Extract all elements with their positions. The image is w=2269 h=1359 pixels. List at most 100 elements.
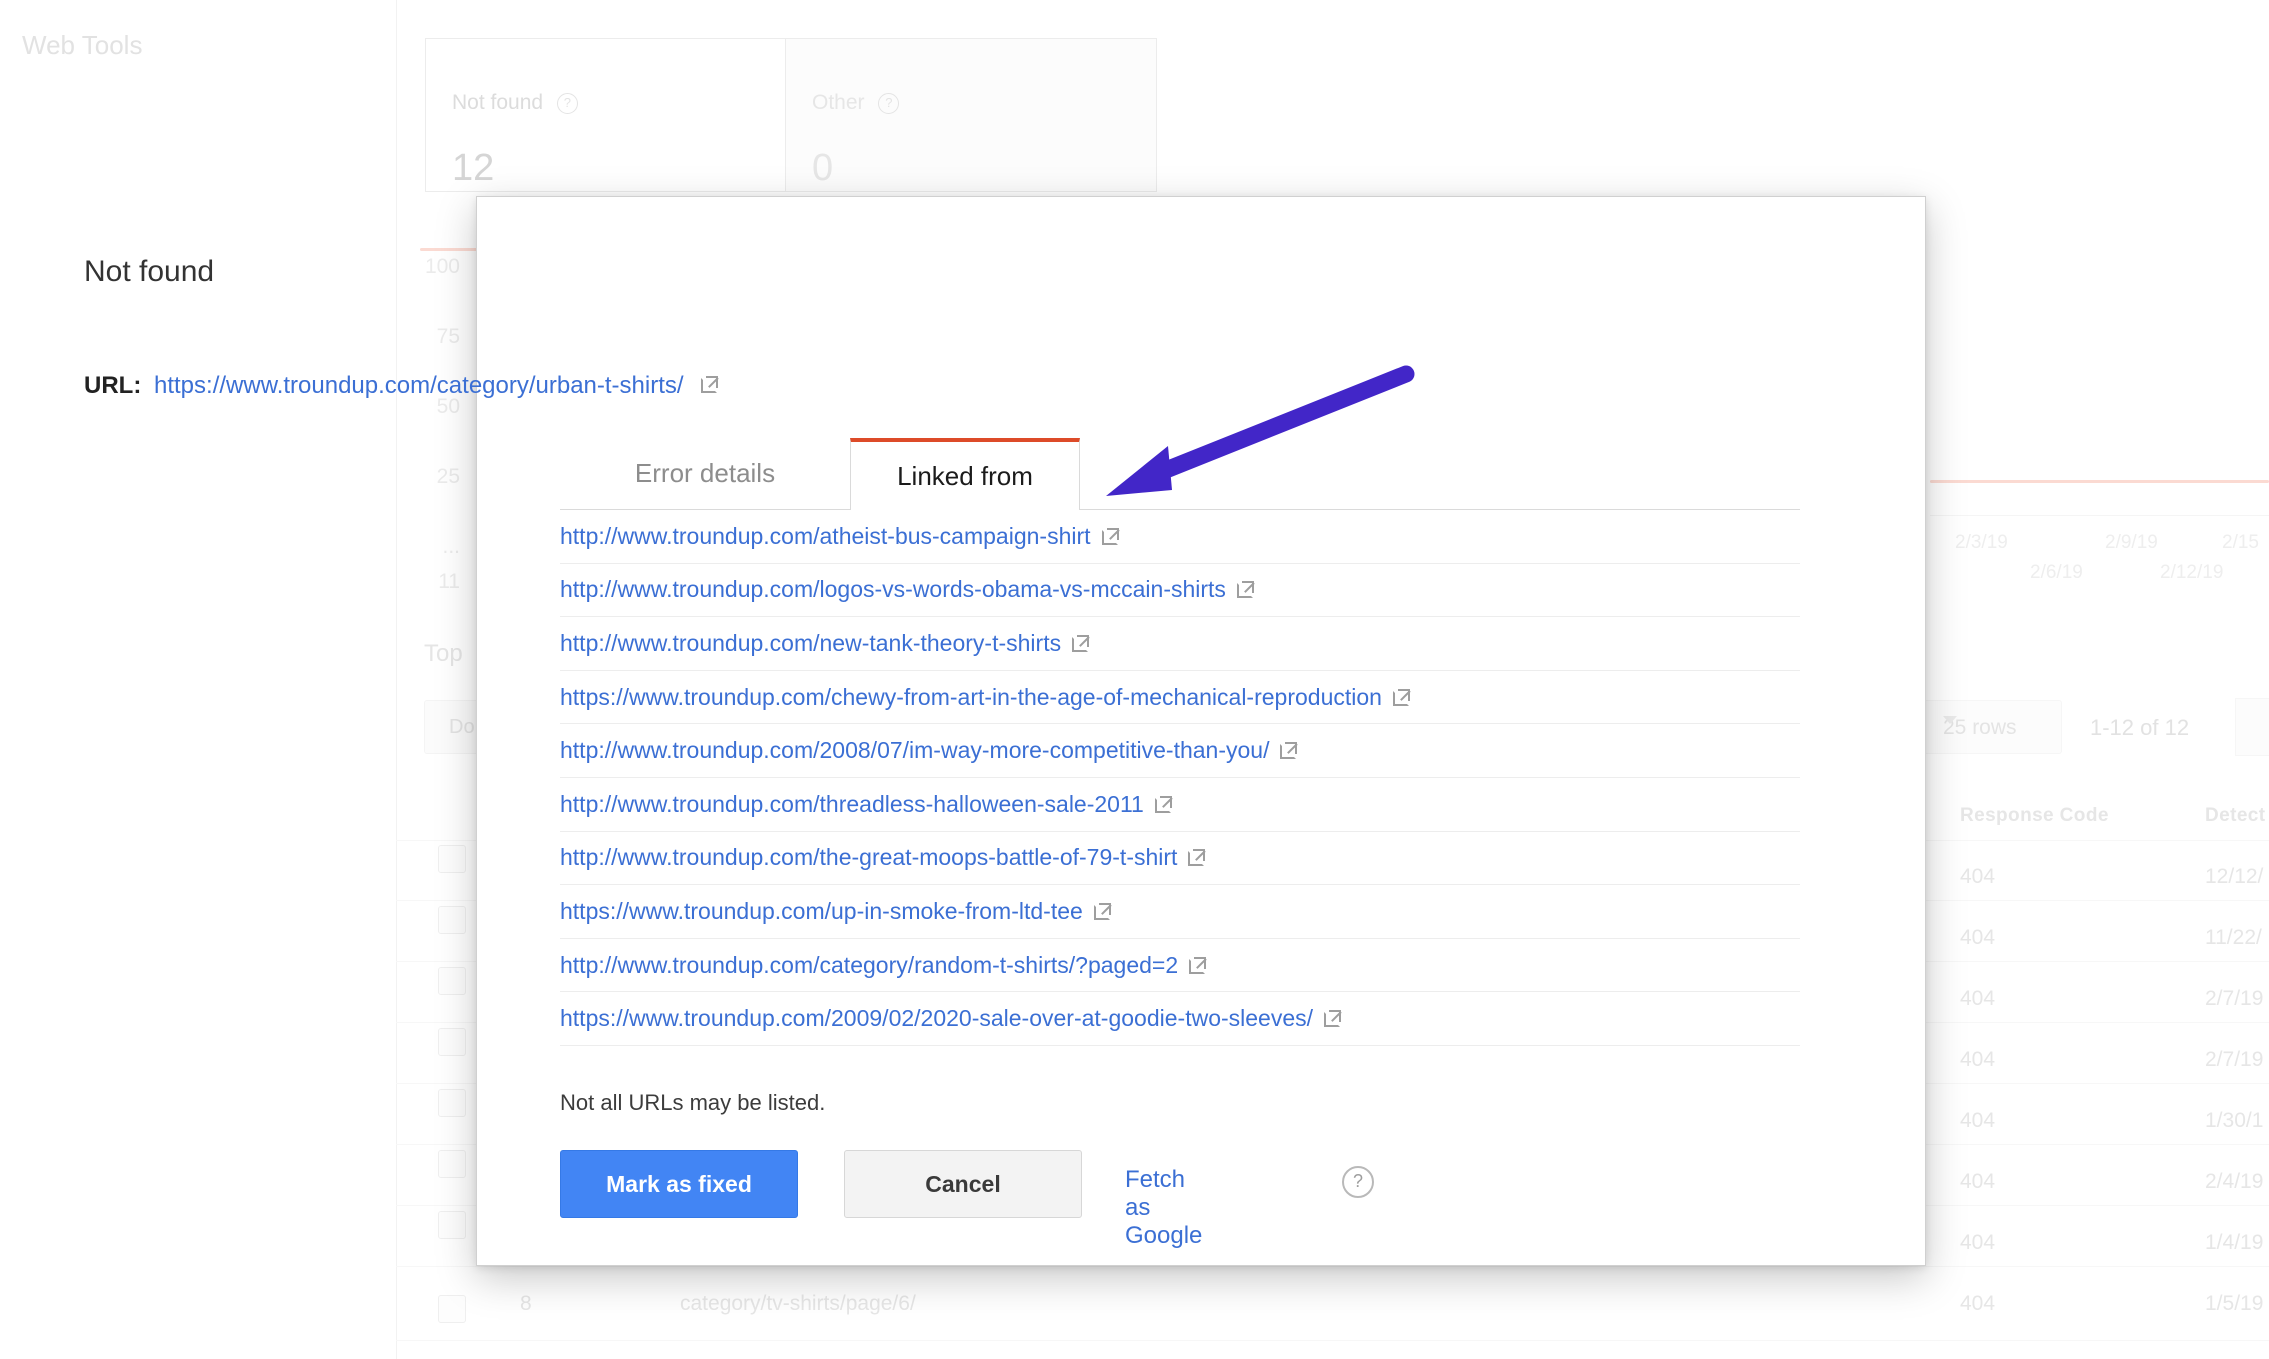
chart-series-line [1930,480,2269,483]
top-label: Top [424,640,463,667]
rows-per-page-select[interactable]: 25 rows [1920,700,2062,754]
stat-card-label: Other ? [812,91,900,115]
mark-as-fixed-button[interactable]: Mark as fixed [560,1150,798,1218]
cell-detected: 1/30/1 [2205,1109,2264,1132]
list-item[interactable]: http://www.troundup.com/2008/07/im-way-m… [560,724,1800,778]
url-row: URL: https://www.troundup.com/category/u… [84,372,719,400]
list-item[interactable]: https://www.troundup.com/chewy-from-art-… [560,671,1800,725]
mark-as-fixed-label: Mark as fixed [606,1170,752,1197]
list-item[interactable]: https://www.troundup.com/2009/02/2020-sa… [560,992,1800,1046]
stat-card-other[interactable]: Other ? 0 [785,38,1157,192]
chart-xtick: 2/3/19 [1955,532,2008,553]
external-link-icon[interactable] [1093,902,1112,920]
help-icon[interactable]: ? [878,93,900,114]
cell-detected: 2/4/19 [2205,1170,2264,1193]
cell-detected: 12/12/ [2205,865,2264,888]
list-item[interactable]: https://www.troundup.com/up-in-smoke-fro… [560,885,1800,939]
linked-url[interactable]: http://www.troundup.com/category/random-… [560,952,1178,979]
chart-xtick: 2/6/19 [2030,562,2083,583]
cell-response-code: 404 [1960,865,1996,888]
cell-response-code: 404 [1960,987,1996,1010]
cell-response-code: 404 [1960,1048,1996,1071]
list-item[interactable]: http://www.troundup.com/threadless-hallo… [560,778,1800,832]
list-item[interactable]: http://www.troundup.com/new-tank-theory-… [560,617,1800,671]
cell-detected: 1/5/19 [2205,1292,2264,1315]
linked-url[interactable]: http://www.troundup.com/the-great-moops-… [560,844,1177,871]
external-link-icon[interactable] [1072,634,1090,652]
external-link-icon[interactable] [1236,581,1255,599]
cell-response-code: 404 [1960,926,1996,949]
cell-row-number: 8 [520,1292,532,1315]
row-checkbox[interactable] [438,906,466,934]
list-item[interactable]: http://www.troundup.com/atheist-bus-camp… [560,510,1800,564]
cancel-label: Cancel [925,1170,1001,1197]
linked-url[interactable]: http://www.troundup.com/atheist-bus-camp… [560,523,1091,550]
cell-detected: 11/22/ [2205,926,2262,949]
chart-xtick: 2/9/19 [2105,532,2158,553]
linked-url[interactable]: http://www.troundup.com/threadless-hallo… [560,791,1144,818]
chart-xtick: 2/12/19 [2160,562,2224,583]
stat-card-label-text: Not found [452,91,544,114]
help-icon[interactable]: ? [1342,1166,1374,1198]
row-checkbox[interactable] [438,1211,466,1239]
row-checkbox[interactable] [438,1028,466,1056]
list-item[interactable]: http://www.troundup.com/category/random-… [560,939,1800,993]
dialog-tabs: Error details Linked from [560,438,1800,510]
tab-linked-from[interactable]: Linked from [850,438,1080,510]
chart-ytick-stray: 11 [438,570,460,593]
tab-error-details[interactable]: Error details [560,438,850,510]
column-header-response-code: Response Code [1960,805,2109,826]
cell-detected: 2/7/19 [2205,987,2264,1010]
cancel-button[interactable]: Cancel [844,1150,1082,1218]
help-icon[interactable]: ? [556,93,578,114]
row-checkbox[interactable] [438,967,466,995]
row-checkbox[interactable] [438,1150,466,1178]
url-label: URL: [84,372,142,399]
external-link-icon[interactable] [1324,1010,1342,1028]
external-link-icon[interactable] [1392,688,1411,706]
dialog-title: Not found [84,255,215,288]
external-link-icon[interactable] [1188,849,1207,867]
pagination-status: 1-12 of 12 [2090,715,2190,740]
stat-card-label-text: Other [812,91,865,114]
cell-response-code: 404 [1960,1109,1996,1132]
tab-linked-from-label: Linked from [897,460,1033,491]
row-checkbox[interactable] [438,1295,466,1323]
cell-row-url: category/tv-shirts/page/6/ [680,1292,916,1315]
external-link-icon[interactable] [1280,742,1299,760]
row-checkbox[interactable] [438,1089,466,1117]
chart-ytick: 75 [436,325,460,348]
linked-url[interactable]: http://www.troundup.com/logos-vs-words-o… [560,576,1226,603]
linked-url[interactable]: http://www.troundup.com/2008/07/im-way-m… [560,737,1269,764]
tab-strip-filler [1080,438,1800,510]
fetch-as-google-link[interactable]: Fetch as Google [1125,1166,1202,1250]
external-link-icon[interactable] [1154,795,1173,813]
list-item[interactable]: http://www.troundup.com/the-great-moops-… [560,832,1800,886]
cell-response-code: 404 [1960,1170,1996,1193]
previous-page-button[interactable] [2235,698,2269,756]
sidebar: Web Tools [0,0,397,1359]
stat-card-value: 0 [812,147,834,189]
row-checkbox[interactable] [438,845,466,873]
url-value-link[interactable]: https://www.troundup.com/category/urban-… [154,372,684,399]
list-item[interactable]: http://www.troundup.com/logos-vs-words-o… [560,564,1800,618]
stat-card-not-found[interactable]: Not found ? 12 [425,38,787,192]
external-link-icon[interactable] [1189,956,1207,974]
cell-response-code: 404 [1960,1292,1996,1315]
external-link-icon[interactable] [1101,527,1120,545]
linked-url[interactable]: https://www.troundup.com/2009/02/2020-sa… [560,1005,1313,1032]
chart-xtick: 2/15 [2222,532,2259,553]
external-link-icon[interactable] [701,376,719,393]
list-disclaimer: Not all URLs may be listed. [560,1090,826,1115]
stat-card-label: Not found ? [452,91,578,115]
chart-ytick: ... [442,535,460,558]
chevron-down-icon [1943,716,1957,724]
chart-axis-rule [1930,515,2269,516]
sidebar-title: Web Tools [22,30,143,60]
table-divider [396,1266,2269,1267]
linked-url[interactable]: https://www.troundup.com/chewy-from-art-… [560,684,1382,711]
linked-url[interactable]: http://www.troundup.com/new-tank-theory-… [560,630,1061,657]
cell-detected: 2/7/19 [2205,1048,2264,1071]
cell-response-code: 404 [1960,1231,1996,1254]
linked-url[interactable]: https://www.troundup.com/up-in-smoke-fro… [560,898,1083,925]
